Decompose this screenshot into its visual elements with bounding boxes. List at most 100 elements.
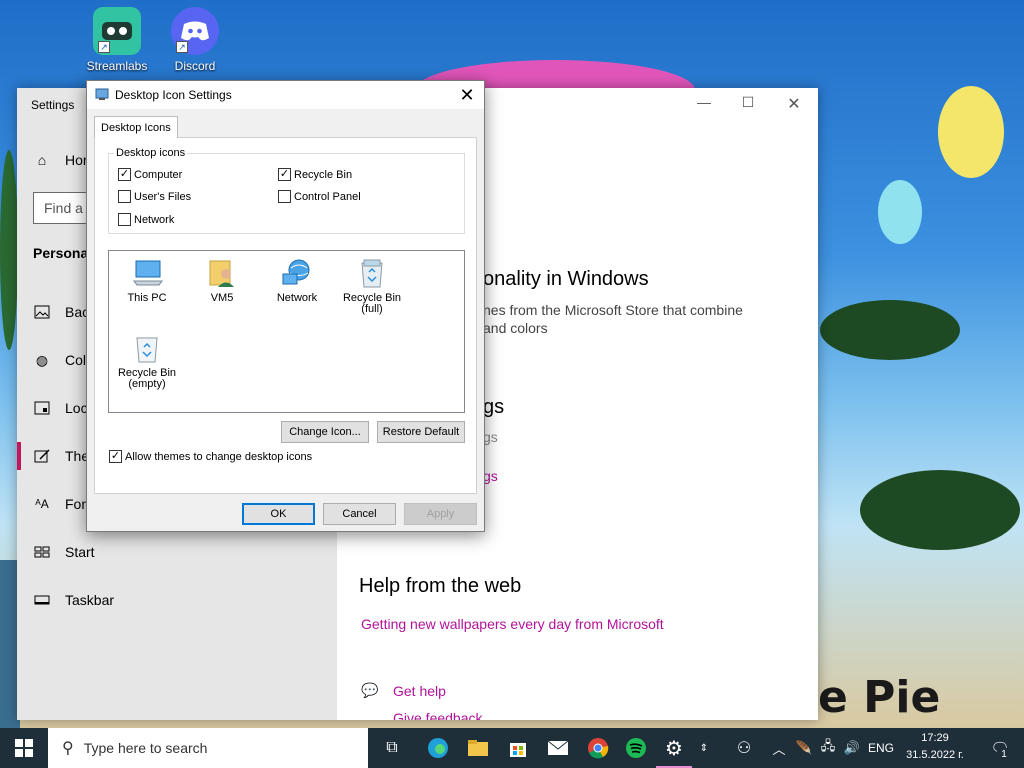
font-icon: ᴬA bbox=[35, 497, 49, 511]
list-item-label: VM5 bbox=[210, 292, 234, 304]
close-button[interactable]: ✕ bbox=[771, 94, 817, 114]
shortcut-arrow-icon: ↗ bbox=[98, 41, 110, 53]
wallpaper-palm-left bbox=[0, 150, 18, 350]
network-tray-icon[interactable]: 🖧 bbox=[816, 728, 840, 768]
chrome-icon[interactable] bbox=[578, 728, 618, 768]
wallpaper-text: e Pie bbox=[818, 672, 941, 723]
desktop-icon-label: Discord bbox=[174, 59, 216, 73]
settings-gear-icon[interactable]: ⚙ bbox=[654, 728, 694, 768]
feedback-link[interactable]: Give feedback bbox=[393, 710, 483, 720]
main-heading-personality: onality in Windows bbox=[483, 268, 649, 290]
checkbox-box: ✓ bbox=[118, 168, 131, 181]
maximize-button[interactable]: ☐ bbox=[725, 94, 771, 114]
windows-logo-icon bbox=[15, 739, 33, 757]
checkbox-control-panel[interactable]: Control Panel bbox=[278, 190, 361, 203]
sidebar-item-taskbar[interactable]: Taskbar bbox=[17, 582, 337, 618]
minimize-button[interactable]: — bbox=[681, 94, 727, 114]
desktop-icon-settings-dialog: Desktop Icon Settings ✕ Desktop Icons ✓ … bbox=[86, 80, 485, 532]
checkbox-box bbox=[118, 213, 131, 226]
apply-button[interactable]: Apply bbox=[404, 503, 477, 525]
list-item-recycle-bin-empty[interactable]: Recycle Bin (empty) bbox=[109, 331, 185, 390]
main-link-settings[interactable]: gs bbox=[483, 468, 498, 484]
checkbox-label: Recycle Bin bbox=[294, 168, 353, 181]
main-desc-line2: and colors bbox=[483, 320, 548, 336]
theme-icon bbox=[33, 447, 51, 465]
task-view-icon[interactable]: ⧉ bbox=[372, 728, 412, 768]
sidebar-item-label: Hor bbox=[65, 152, 88, 168]
checkbox-allow-themes[interactable]: ✓ Allow themes to change desktop icons bbox=[109, 450, 312, 463]
dialog-app-icon bbox=[95, 87, 109, 104]
taskbar-icon bbox=[33, 591, 51, 609]
main-heading-settings: gs bbox=[483, 396, 505, 418]
dialog-close-button[interactable]: ✕ bbox=[456, 84, 478, 106]
cancel-button[interactable]: Cancel bbox=[323, 503, 396, 525]
notification-count-badge: 1 bbox=[997, 748, 1011, 762]
sidebar-item-label: Col bbox=[65, 352, 87, 368]
list-item-sublabel: (empty) bbox=[128, 378, 166, 390]
list-item-recycle-bin-full[interactable]: Recycle Bin (full) bbox=[334, 256, 410, 315]
restore-default-button[interactable]: Restore Default bbox=[377, 421, 465, 443]
checkbox-box bbox=[278, 190, 291, 203]
list-item-network[interactable]: Network bbox=[259, 256, 335, 304]
feedback-clip: Give feedback bbox=[361, 708, 561, 720]
start-button[interactable] bbox=[0, 728, 48, 768]
sidebar-item-start[interactable]: Start bbox=[17, 534, 337, 570]
this-pc-icon bbox=[130, 256, 164, 290]
file-explorer-icon[interactable] bbox=[458, 728, 498, 768]
show-hidden-icons-chevron-icon[interactable]: ︿ bbox=[768, 728, 790, 768]
list-item-this-pc[interactable]: This PC bbox=[109, 256, 185, 304]
wallpaper-palm bbox=[820, 300, 960, 360]
checkbox-box bbox=[118, 190, 131, 203]
lock-screen-icon bbox=[33, 399, 51, 417]
taskbar-search-box[interactable]: ⚲ Type here to search bbox=[48, 728, 368, 768]
help-heading: Help from the web bbox=[359, 575, 522, 597]
wallpaper-yellow-balloon bbox=[938, 86, 1004, 178]
desktop-icon-discord[interactable]: ↗ Discord bbox=[160, 7, 230, 73]
recycle-bin-empty-icon bbox=[130, 331, 164, 365]
clock-time[interactable]: 17:29 bbox=[900, 732, 970, 744]
tab-panel: ✓ Computer ✓ Recycle Bin User's Files Co… bbox=[94, 137, 477, 494]
change-icon-button[interactable]: Change Icon... bbox=[281, 421, 369, 443]
volume-icon[interactable]: 🔊 bbox=[840, 728, 864, 768]
groupbox-label: Desktop icons bbox=[114, 147, 188, 159]
sidebar-section-title: Personal bbox=[33, 245, 93, 261]
search-icon: ⚲ bbox=[62, 740, 74, 757]
ok-button[interactable]: OK bbox=[242, 503, 315, 525]
taskbar-scroll-icon[interactable]: ⇕ bbox=[694, 728, 714, 768]
checkbox-box: ✓ bbox=[278, 168, 291, 181]
wallpaper-palm bbox=[860, 470, 1020, 550]
tab-desktop-icons[interactable]: Desktop Icons bbox=[94, 116, 178, 138]
checkbox-users-files[interactable]: User's Files bbox=[118, 190, 191, 203]
checkbox-network[interactable]: Network bbox=[118, 213, 174, 226]
edge-icon[interactable] bbox=[418, 728, 458, 768]
checkbox-label: Control Panel bbox=[294, 190, 361, 203]
user-folder-icon bbox=[205, 256, 239, 290]
checkbox-label: Computer bbox=[134, 168, 183, 181]
desktop-icon-streamlabs[interactable]: ↗ Streamlabs OBS bbox=[82, 7, 152, 73]
list-item-sublabel: (full) bbox=[361, 303, 383, 315]
mail-icon[interactable] bbox=[538, 728, 578, 768]
feather-tray-icon[interactable]: 🪶 bbox=[792, 728, 816, 768]
taskbar-search-placeholder: Type here to search bbox=[83, 740, 208, 756]
get-help-icon: 💬 bbox=[361, 682, 379, 698]
network-icon bbox=[280, 256, 314, 290]
store-icon[interactable] bbox=[498, 728, 538, 768]
clock-date[interactable]: 31.5.2022 г. bbox=[900, 749, 970, 761]
start-icon bbox=[33, 543, 51, 561]
main-desc-line1: nes from the Microsoft Store that combin… bbox=[483, 302, 743, 318]
main-desc-settings: gs bbox=[483, 429, 498, 445]
wallpapers-link[interactable]: Getting new wallpapers every day from Mi… bbox=[361, 616, 664, 632]
checkbox-label: User's Files bbox=[134, 190, 192, 203]
settings-title: Settings bbox=[31, 98, 75, 112]
language-indicator[interactable]: ENG bbox=[864, 741, 898, 755]
checkbox-label: Allow themes to change desktop icons bbox=[125, 450, 313, 463]
people-icon[interactable]: ⚇ bbox=[724, 728, 764, 768]
checkbox-recycle-bin[interactable]: ✓ Recycle Bin bbox=[278, 168, 352, 181]
get-help-link[interactable]: Get help bbox=[393, 683, 446, 699]
list-item-label: Network bbox=[276, 292, 318, 304]
list-item-user-folder[interactable]: VM5 bbox=[184, 256, 260, 304]
list-item-label: This PC bbox=[127, 292, 167, 304]
image-icon bbox=[33, 303, 51, 321]
spotify-icon[interactable] bbox=[616, 728, 656, 768]
checkbox-computer[interactable]: ✓ Computer bbox=[118, 168, 182, 181]
